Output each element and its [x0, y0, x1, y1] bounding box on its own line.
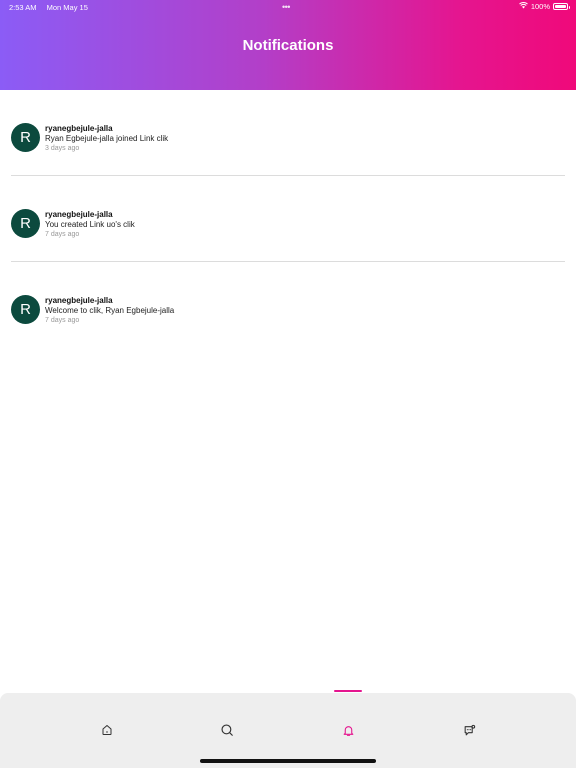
- battery-icon: [553, 3, 570, 10]
- search-icon: [221, 724, 233, 736]
- avatar[interactable]: R: [11, 295, 40, 324]
- notification-message: Welcome to clik, Ryan Egbejule-jalla: [45, 306, 175, 315]
- status-time: 2:53 AM: [9, 3, 37, 12]
- battery-fill: [555, 5, 566, 8]
- notification-message: You created Link uo's clik: [45, 220, 135, 229]
- tab-notifications[interactable]: [339, 721, 357, 739]
- tab-search[interactable]: [218, 721, 236, 739]
- chat-icon: [464, 724, 475, 735]
- wifi-icon: [518, 2, 528, 11]
- notification-texts: ryanegbejule-jalla Ryan Egbejule-jalla j…: [45, 124, 168, 153]
- status-left: 2:53 AM Mon May 15: [9, 3, 96, 12]
- header: 2:53 AM Mon May 15 ••• 100% Notification…: [0, 0, 576, 90]
- home-icon: [102, 725, 112, 735]
- notification-texts: ryanegbejule-jalla You created Link uo's…: [45, 210, 135, 239]
- notification-time: 7 days ago: [45, 317, 80, 324]
- multitasking-dots-icon[interactable]: •••: [282, 2, 290, 12]
- notification-message: Ryan Egbejule-jalla joined Link clik: [45, 134, 169, 143]
- notification-username[interactable]: ryanegbejule-jalla: [45, 210, 135, 220]
- notification-username[interactable]: ryanegbejule-jalla: [45, 296, 174, 306]
- notification-username[interactable]: ryanegbejule-jalla: [45, 124, 168, 134]
- active-tab-indicator: [334, 690, 362, 692]
- notification-time: 7 days ago: [45, 231, 80, 238]
- notification-item[interactable]: R ryanegbejule-jalla You created Link uo…: [0, 176, 576, 262]
- notification-list: R ryanegbejule-jalla Ryan Egbejule-jalla…: [0, 90, 576, 348]
- tab-messages[interactable]: [460, 721, 478, 739]
- tab-home[interactable]: [98, 721, 116, 739]
- bell-icon: [343, 725, 353, 736]
- notification-item[interactable]: R ryanegbejule-jalla Ryan Egbejule-jalla…: [0, 90, 576, 176]
- notification-time: 3 days ago: [45, 145, 80, 152]
- page-title: Notifications: [242, 37, 334, 54]
- avatar[interactable]: R: [11, 209, 40, 238]
- status-right: 100%: [518, 2, 570, 11]
- notification-item[interactable]: R ryanegbejule-jalla Welcome to clik, Ry…: [0, 262, 576, 348]
- status-date: Mon May 15: [46, 3, 88, 12]
- notification-texts: ryanegbejule-jalla Welcome to clik, Ryan…: [45, 296, 174, 325]
- tab-bar: [0, 693, 576, 768]
- battery-percentage: 100%: [530, 2, 550, 11]
- avatar[interactable]: R: [11, 123, 40, 152]
- home-indicator[interactable]: [200, 759, 376, 763]
- status-bar: 2:53 AM Mon May 15 ••• 100%: [0, 0, 576, 14]
